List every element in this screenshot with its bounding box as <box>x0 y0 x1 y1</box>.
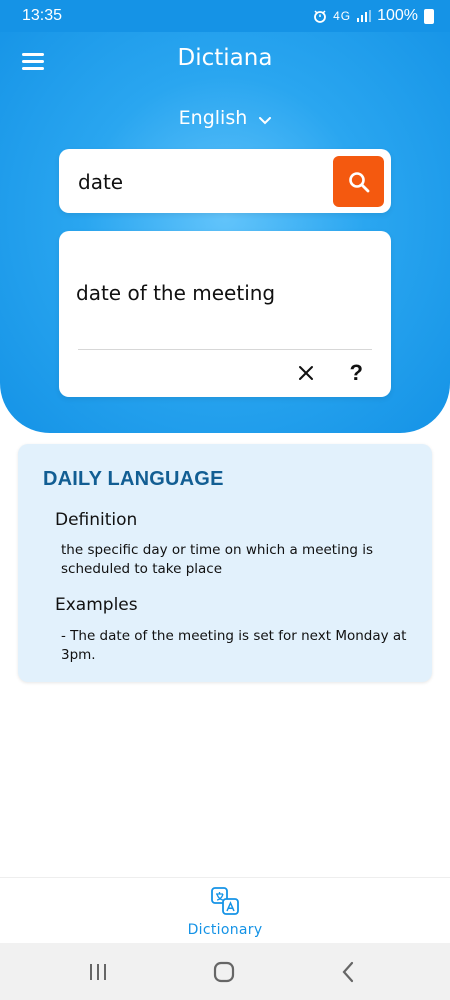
divider <box>78 349 372 350</box>
status-icons: 4G 100% <box>313 7 434 25</box>
daily-language-card: DAILY LANGUAGE Definition the specific d… <box>18 444 432 682</box>
examples-heading: Examples <box>55 595 138 615</box>
bottom-nav: Dictionary <box>0 877 450 944</box>
close-icon <box>299 366 313 380</box>
header: Dictiana English date of the meeting ? <box>0 0 450 433</box>
definition-heading: Definition <box>55 510 138 530</box>
search-input[interactable] <box>76 167 320 197</box>
home-icon <box>213 961 235 983</box>
language-selector[interactable]: English <box>0 107 450 130</box>
network-type: 4G <box>333 9 352 23</box>
definition-text: the specific day or time on which a meet… <box>61 542 374 577</box>
question-icon: ? <box>349 360 363 385</box>
recent-apps-button[interactable] <box>85 959 111 985</box>
search-icon <box>348 171 369 192</box>
battery-percent: 100% <box>377 7 418 24</box>
translation-text: date of the meeting <box>76 281 276 305</box>
daily-language-title: DAILY LANGUAGE <box>43 468 224 490</box>
app-title: Dictiana <box>177 45 273 71</box>
recent-apps-icon <box>90 964 106 980</box>
search-button[interactable] <box>333 156 384 207</box>
battery-icon <box>424 8 434 24</box>
status-time: 13:35 <box>22 7 63 24</box>
help-button[interactable]: ? <box>350 360 363 386</box>
chevron-down-icon <box>259 108 272 130</box>
back-icon <box>342 961 354 983</box>
signal-icon <box>357 10 372 22</box>
status-bar: 13:35 4G 100% <box>0 0 450 32</box>
translate-icon <box>211 887 239 915</box>
nav-item-dictionary[interactable]: Dictionary <box>175 886 275 938</box>
alarm-icon <box>314 10 326 23</box>
nav-label-dictionary: Dictionary <box>187 922 263 938</box>
clear-button[interactable] <box>295 362 317 384</box>
examples-text: - The date of the meeting is set for nex… <box>61 628 407 663</box>
home-button[interactable] <box>211 959 237 985</box>
translation-card: date of the meeting ? <box>59 231 391 397</box>
search-bar <box>59 149 391 213</box>
system-nav-bar <box>0 943 450 1000</box>
back-button[interactable] <box>336 959 362 985</box>
language-label: English <box>178 107 248 129</box>
